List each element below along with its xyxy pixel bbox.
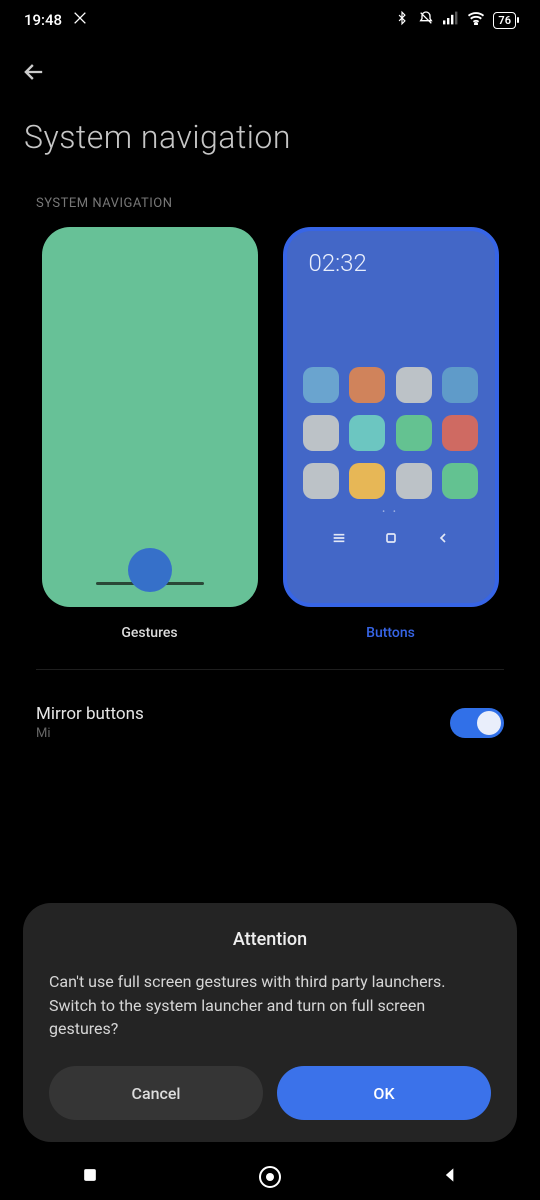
system-nav-bar (0, 1154, 540, 1200)
system-back-button[interactable] (440, 1165, 460, 1189)
dialog-title: Attention (49, 929, 491, 950)
dialog-overlay: Attention Can't use full screen gestures… (0, 0, 540, 1200)
attention-dialog: Attention Can't use full screen gestures… (23, 903, 517, 1142)
system-home-button[interactable] (259, 1166, 281, 1188)
system-recents-button[interactable] (80, 1165, 100, 1189)
dialog-body: Can't use full screen gestures with thir… (49, 970, 491, 1040)
cancel-button[interactable]: Cancel (49, 1066, 263, 1120)
ok-button[interactable]: OK (277, 1066, 491, 1120)
